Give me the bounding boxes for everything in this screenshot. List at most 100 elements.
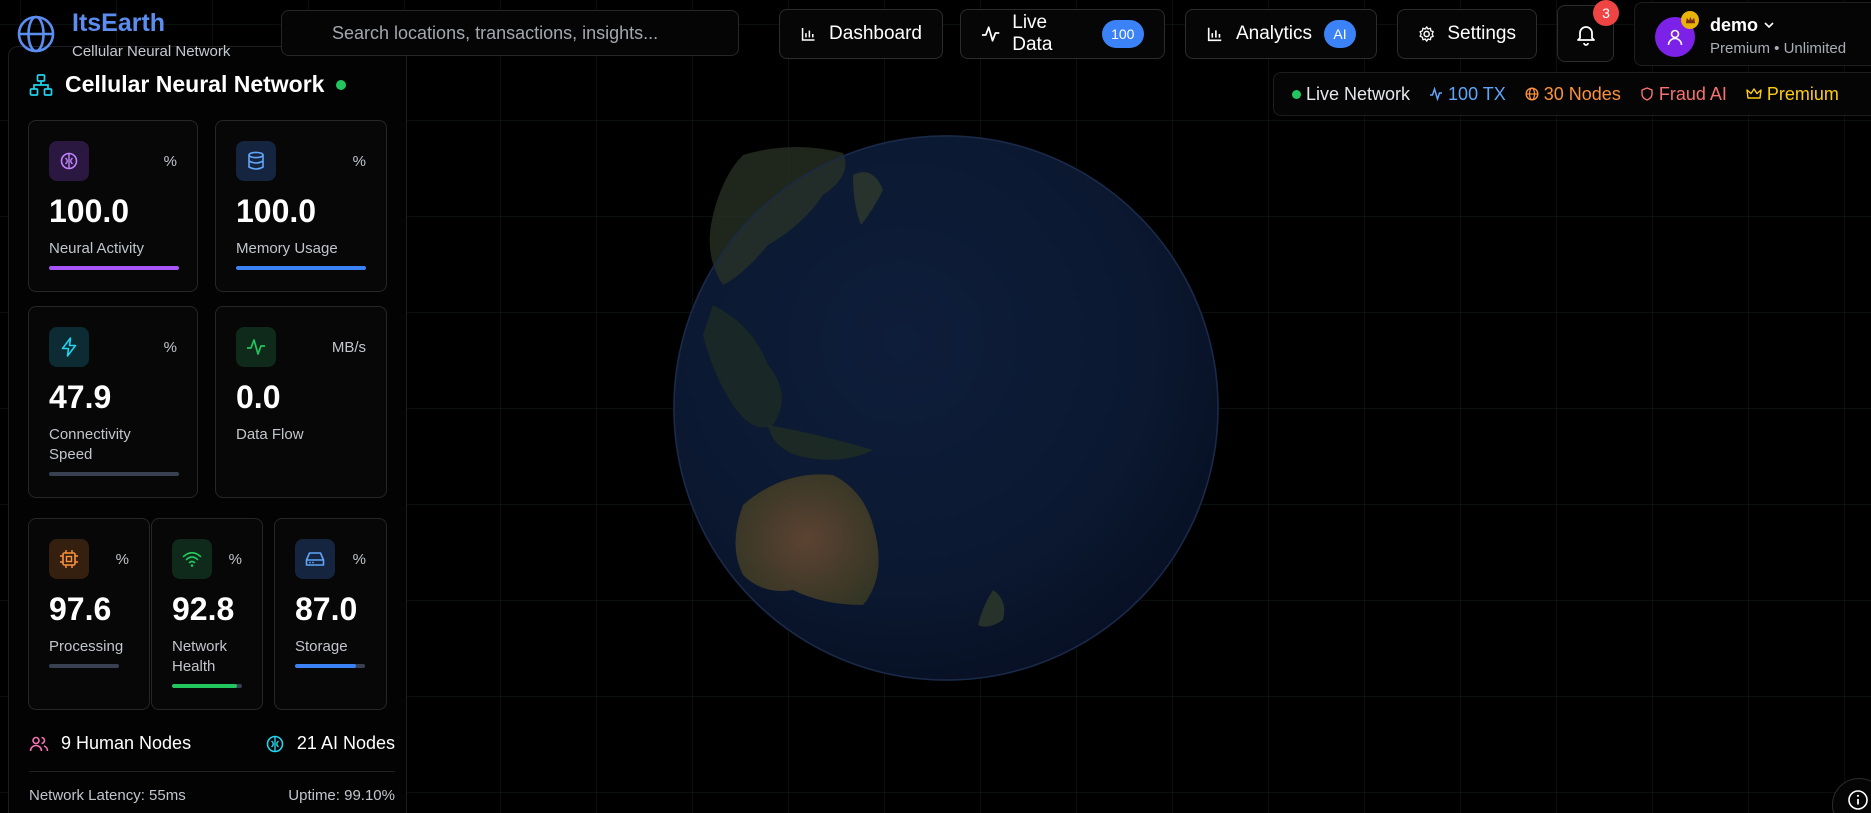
metric-card-network-health[interactable]: % 92.8 Network Health (151, 518, 263, 710)
sidebar-title-text: Cellular Neural Network (65, 71, 325, 97)
metric-label: Neural Activity (49, 240, 145, 257)
brain-icon (266, 735, 284, 752)
search-placeholder: Search locations, transactions, insights… (332, 23, 659, 43)
metric-unit: % (352, 153, 366, 170)
nav-settings-button[interactable]: Settings (1397, 9, 1537, 59)
nav-live-data-label: Live Data (1012, 12, 1053, 55)
status-tx-label: 100 TX (1448, 83, 1506, 104)
metric-unit: % (228, 551, 242, 568)
zap-icon (49, 327, 89, 367)
users-icon (29, 736, 49, 751)
human-nodes-count: 9 Human Nodes (29, 733, 191, 754)
human-nodes-label: 9 Human Nodes (61, 733, 192, 753)
metric-unit: % (163, 153, 177, 170)
user-icon (1667, 29, 1683, 46)
bar-chart-icon (1207, 27, 1222, 42)
brand-title: ItsEarth (72, 9, 166, 37)
activity-icon (236, 327, 276, 367)
wifi-icon (172, 539, 212, 579)
nav-settings-label: Settings (1447, 23, 1516, 44)
metric-value: 47.9 (49, 379, 112, 415)
metric-value: 0.0 (236, 379, 281, 415)
brain-icon (49, 141, 89, 181)
hard-drive-icon (295, 539, 335, 579)
metric-card-connectivity-speed[interactable]: % 47.9 Connectivity Speed (28, 306, 198, 498)
live-status-dot (336, 79, 347, 90)
status-transactions: 100 TX (1429, 84, 1506, 105)
status-nodes-label: 30 Nodes (1543, 83, 1621, 104)
cpu-icon (49, 539, 89, 579)
metric-unit: % (352, 551, 366, 568)
gear-icon (1419, 26, 1434, 42)
divider (29, 771, 395, 772)
nav-analytics-button[interactable]: Analytics AI (1185, 9, 1377, 59)
brand[interactable]: ItsEarth Cellular Neural Network (16, 10, 230, 60)
live-dot-icon (1292, 89, 1301, 99)
metric-value: 97.6 (49, 591, 112, 627)
metric-card-neural-activity[interactable]: % 100.0 Neural Activity (28, 120, 198, 292)
sidebar-title: Cellular Neural Network (29, 71, 347, 98)
ai-nodes-count: 21 AI Nodes (265, 733, 395, 754)
crown-icon (1685, 16, 1695, 23)
metric-card-memory-usage[interactable]: % 100.0 Memory Usage (215, 120, 387, 292)
network-latency: Network Latency: 55ms (29, 787, 186, 804)
metric-unit: % (115, 551, 129, 568)
ai-nodes-label: 21 AI Nodes (296, 733, 395, 753)
user-menu[interactable]: demo Premium • Unlimited (1634, 2, 1871, 66)
metric-label: Data Flow (236, 426, 304, 443)
nav-live-data-button[interactable]: Live Data 100 (960, 9, 1165, 59)
metric-value: 100.0 (236, 193, 317, 229)
analytics-ai-badge: AI (1324, 20, 1356, 48)
network-status-bar: Live Network 100 TX 30 Nodes Fraud AI Pr… (1273, 72, 1871, 116)
user-name: demo (1710, 15, 1759, 35)
network-uptime: Uptime: 99.10% (288, 787, 395, 804)
status-premium-label: Premium (1766, 83, 1839, 104)
premium-crown-badge (1681, 11, 1699, 29)
metric-label: Connectivity Speed (49, 426, 131, 463)
network-icon (29, 73, 53, 96)
top-header: ItsEarth Cellular Neural Network Search … (0, 0, 1871, 66)
bar-chart-icon (801, 28, 815, 41)
metric-value: 100.0 (49, 193, 130, 229)
notification-count-badge: 3 (1593, 0, 1619, 26)
brand-subtitle: Cellular Neural Network (72, 43, 231, 60)
user-plan: Premium • Unlimited (1710, 40, 1847, 57)
database-icon (236, 141, 276, 181)
nav-dashboard-label: Dashboard (829, 23, 922, 44)
crown-icon (1746, 88, 1762, 99)
metric-progress-bar (49, 266, 179, 270)
status-live-label: Live Network (1306, 83, 1411, 104)
metric-label: Processing (49, 638, 124, 655)
earth-globe[interactable] (673, 135, 1219, 681)
metric-progress-bar (49, 472, 179, 476)
status-live-network: Live Network (1292, 84, 1410, 105)
activity-icon (981, 26, 1000, 42)
metric-unit: MB/s (331, 339, 366, 356)
metric-label: Storage (295, 638, 348, 655)
info-icon (1848, 790, 1868, 810)
metric-progress-bar (236, 266, 366, 270)
globe-logo-icon (17, 15, 55, 53)
nav-dashboard-button[interactable]: Dashboard (779, 9, 943, 59)
status-premium: Premium (1746, 84, 1839, 105)
metric-value: 87.0 (295, 591, 358, 627)
metric-label: Network Health (172, 638, 228, 675)
metric-progress-bar (49, 664, 119, 668)
sidebar-panel: Cellular Neural Network % 100.0 Neural A… (8, 46, 407, 813)
metric-progress-bar (172, 684, 242, 688)
status-nodes: 30 Nodes (1525, 84, 1621, 105)
metric-label: Memory Usage (236, 240, 338, 257)
chevron-down-icon (1764, 22, 1774, 29)
nav-analytics-label: Analytics (1235, 23, 1312, 44)
metric-unit: % (163, 339, 177, 356)
metric-card-storage[interactable]: % 87.0 Storage (274, 518, 387, 710)
metric-card-processing[interactable]: % 97.6 Processing (28, 518, 150, 710)
shield-icon (1641, 87, 1653, 101)
status-fraud-label: Fraud AI (1658, 83, 1727, 104)
activity-icon (1430, 87, 1443, 101)
metric-value: 92.8 (172, 591, 235, 627)
search-input[interactable]: Search locations, transactions, insights… (281, 10, 739, 56)
globe-icon (1525, 87, 1539, 101)
metric-card-data-flow[interactable]: MB/s 0.0 Data Flow (215, 306, 387, 498)
node-counts: 9 Human Nodes 21 AI Nodes (29, 733, 395, 754)
